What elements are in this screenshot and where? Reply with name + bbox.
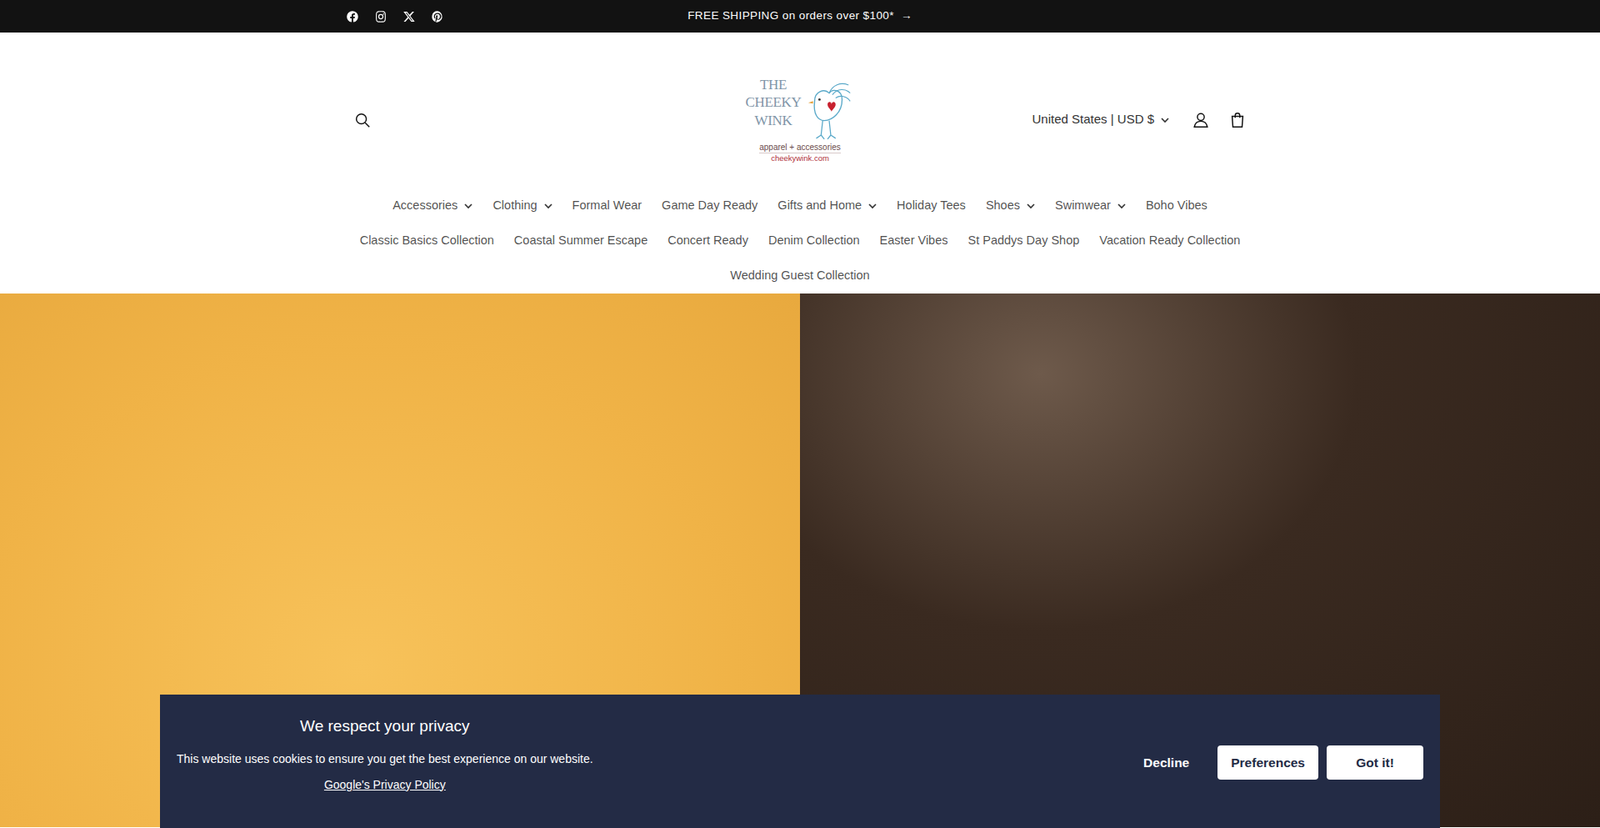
chevron-icon <box>1026 201 1035 210</box>
menu-item[interactable]: Boho Vibes <box>1137 191 1216 220</box>
menu-row: Wedding Guest Collection <box>0 258 1600 294</box>
menu-row: Classic Basics CollectionCoastal Summer … <box>0 223 1600 259</box>
menu-item[interactable]: Swimwear <box>1046 191 1135 220</box>
instagram-icon <box>374 10 388 24</box>
cookie-button[interactable]: Preferences <box>1217 745 1319 780</box>
announcement-bar: FREE SHIPPING on orders over $100* → <box>0 0 1600 33</box>
social-links <box>345 10 688 24</box>
menu-item[interactable]: Classic Basics Collection <box>351 226 503 255</box>
menu-item[interactable]: St Paddys Day Shop <box>960 226 1089 255</box>
locale-selector[interactable]: United States | USD $ <box>1020 110 1181 130</box>
facebook-link[interactable] <box>345 10 360 24</box>
menu-item[interactable]: Gifts and Home <box>769 191 885 220</box>
menu-item[interactable]: Coastal Summer Escape <box>505 226 656 255</box>
logo-url: cheekywink.com <box>770 153 830 164</box>
menu-item[interactable]: Wedding Guest Collection <box>721 261 878 290</box>
chevron-icon <box>544 201 553 210</box>
cookie-button[interactable]: Decline <box>1123 745 1210 779</box>
x-link[interactable] <box>402 10 416 24</box>
banner-text: This website uses cookies to ensure you … <box>176 750 594 768</box>
privacy-link[interactable]: Google's Privacy Policy <box>324 775 446 794</box>
announcement-text: FREE SHIPPING on orders over $100* <box>687 7 895 25</box>
chevron-icon <box>868 201 877 210</box>
x-icon <box>402 10 416 24</box>
chevron-icon <box>464 201 473 210</box>
bird-icon <box>803 75 855 143</box>
logo-word: THE <box>760 75 787 94</box>
menu-item[interactable]: Denim Collection <box>760 226 869 255</box>
account-icon <box>1191 110 1210 130</box>
logo-word: CHEEKY <box>745 93 801 111</box>
menu-item[interactable]: Formal Wear <box>564 191 651 220</box>
banner-title: We respect your privacy <box>300 714 470 739</box>
announcement-link[interactable]: FREE SHIPPING on orders over $100* → <box>687 7 913 25</box>
cookie-banner: We respect your privacy This website uses… <box>160 694 1440 827</box>
account-button[interactable] <box>1184 103 1218 137</box>
cookie-button[interactable]: Got it! <box>1326 745 1424 780</box>
menu-item[interactable]: Holiday Tees <box>888 191 975 220</box>
chevron-icon <box>1117 201 1126 210</box>
pinterest-link[interactable] <box>430 10 445 24</box>
menu-row: AccessoriesClothingFormal WearGame Day R… <box>0 188 1600 224</box>
locale-text: United States | USD $ <box>1032 110 1155 130</box>
search-icon <box>353 110 372 130</box>
menu-item[interactable]: Shoes <box>977 191 1044 220</box>
instagram-link[interactable] <box>374 10 388 24</box>
arrow-icon: → <box>900 7 913 25</box>
logo-tagline: apparel + accessories <box>759 142 841 154</box>
menu-item[interactable]: Concert Ready <box>659 226 757 255</box>
menu-item[interactable]: Accessories <box>384 191 481 220</box>
chevron-icon <box>1160 115 1170 125</box>
site-header: THECHEEKYWINK apparel + accessoriescheeky… <box>0 32 1600 189</box>
store-logo[interactable]: THECHEEKYWINK apparel + accessoriescheeky… <box>737 75 863 164</box>
menu-item[interactable]: Easter Vibes <box>871 226 957 255</box>
facebook-icon <box>345 10 360 24</box>
logo-word: WINK <box>754 111 792 130</box>
menu-item[interactable]: Clothing <box>484 191 560 220</box>
cart-icon <box>1228 110 1247 130</box>
cart-button[interactable] <box>1220 103 1255 137</box>
pinterest-icon <box>430 10 445 24</box>
menu-item[interactable]: Vacation Ready Collection <box>1090 226 1249 255</box>
search-button[interactable] <box>345 103 380 137</box>
main-menu: AccessoriesClothingFormal WearGame Day R… <box>0 188 1600 294</box>
menu-item[interactable]: Game Day Ready <box>653 191 766 220</box>
